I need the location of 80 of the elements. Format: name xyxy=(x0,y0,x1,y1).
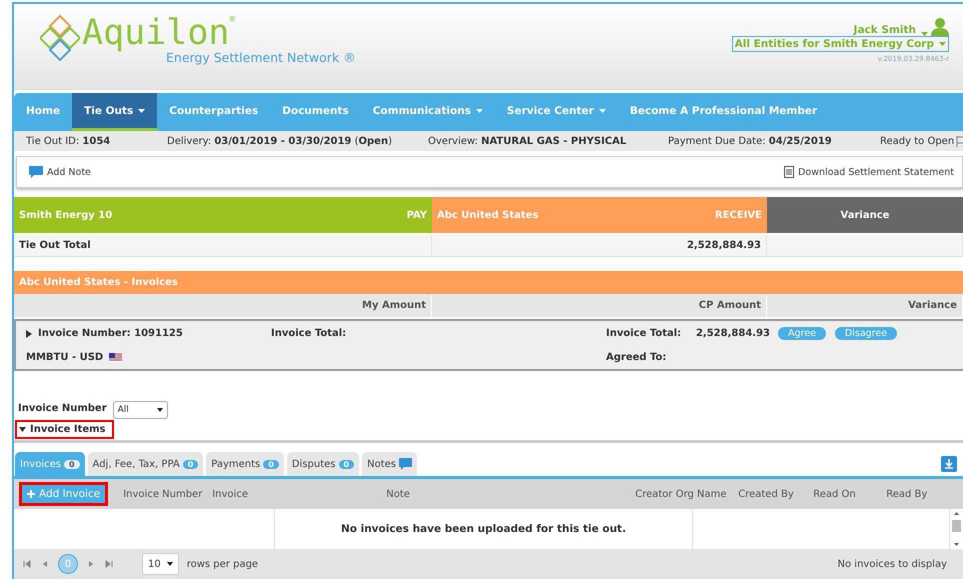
filter-label: Invoice Number xyxy=(18,402,107,414)
role-label: PAY xyxy=(406,210,427,220)
nav-tab[interactable]: Tie Outs xyxy=(72,93,158,131)
role-label: RECEIVE xyxy=(715,210,762,220)
page-number[interactable]: 0 xyxy=(58,554,78,574)
unit-text: MMBTU - USD xyxy=(26,352,104,363)
tab[interactable]: Disputes 0 xyxy=(286,452,360,476)
count-badge: 0 xyxy=(64,460,80,468)
column-header: Variance xyxy=(767,294,963,317)
count-badge: 0 xyxy=(263,460,279,468)
table-cell: Tie Out Total xyxy=(14,235,432,257)
action-button[interactable]: Disagree xyxy=(834,327,898,340)
caret-icon xyxy=(476,108,483,112)
entity-dropdown[interactable]: All Entities for Smith Energy Corp xyxy=(732,36,949,52)
amount-text: 2,528,884.93 xyxy=(694,328,770,339)
label-text: Agreed To: xyxy=(606,352,668,363)
user-icon xyxy=(931,18,949,36)
download-link[interactable]: Download Settlement Statement xyxy=(798,166,954,178)
tagline: Energy Settlement Network ® xyxy=(166,50,356,65)
download-icon[interactable] xyxy=(941,456,957,472)
caret-icon xyxy=(156,408,163,412)
add-note-link[interactable]: Add Note xyxy=(47,166,91,178)
count-badge: 0 xyxy=(182,460,198,468)
tab[interactable]: Invoices 0 xyxy=(15,452,85,476)
invoice-number: Invoice Number: 1091125 xyxy=(38,328,183,339)
page-size-label: rows per page xyxy=(186,558,258,570)
caret-icon xyxy=(166,562,173,566)
nav-tab[interactable]: Counterparties xyxy=(157,93,270,131)
column-header: Read By xyxy=(886,488,928,500)
table-cell: 2,528,884.93 xyxy=(432,235,767,257)
page-size-select[interactable]: 10 xyxy=(142,553,179,575)
caret-icon xyxy=(138,108,146,112)
column-header: Variance xyxy=(840,210,890,220)
document-icon xyxy=(784,166,794,178)
add-invoice-button[interactable]: Add Invoice xyxy=(20,483,108,505)
label-text: Invoice Total: xyxy=(606,328,682,339)
nav-tab[interactable]: Documents xyxy=(270,93,361,131)
party-name: Smith Energy 10 xyxy=(19,210,112,220)
column-header: Read On xyxy=(813,488,857,500)
tab[interactable]: Payments 0 xyxy=(206,452,284,476)
logo-icon xyxy=(40,14,80,62)
column-header: Created By xyxy=(738,488,795,500)
info-text: Overview: NATURAL GAS - PHYSICAL xyxy=(428,136,628,146)
empty-message: No invoices have been uploaded for this tie out. xyxy=(340,523,626,535)
column-header: Creator Org Name xyxy=(635,488,728,500)
chat-icon xyxy=(29,166,43,178)
status-text: No invoices to display xyxy=(838,558,948,570)
nav-tab[interactable]: Home xyxy=(14,93,72,131)
info-text: Payment Due Date: 04/25/2019 xyxy=(668,136,833,146)
registered-mark: ® xyxy=(230,14,235,27)
tab[interactable]: Notes xyxy=(362,452,417,476)
label-text: Invoice Total: xyxy=(271,328,348,339)
nav-tab[interactable]: Service Center xyxy=(494,93,618,131)
column-header: Invoice Number xyxy=(123,488,204,500)
caret-icon xyxy=(921,32,928,36)
plus-icon xyxy=(27,490,35,498)
action-button[interactable]: Agree xyxy=(778,327,826,340)
nav-tab[interactable]: Become A Professional Member xyxy=(618,93,830,131)
user-menu[interactable]: Jack Smith xyxy=(854,24,916,36)
invoice-number-select[interactable]: All xyxy=(112,401,168,419)
column-header: Invoice xyxy=(212,488,249,500)
info-text: Tie Out ID: 1054 xyxy=(26,136,112,146)
caret-icon xyxy=(939,42,946,46)
info-text: Delivery: 03/01/2019 - 03/30/2019 (Open) xyxy=(167,136,393,146)
logo-text: Aquilon xyxy=(82,14,230,52)
chat-icon xyxy=(398,458,412,470)
party-name: Abc United States xyxy=(437,210,538,220)
last-page-icon xyxy=(104,559,114,569)
first-page-icon xyxy=(22,559,32,569)
nav-tab[interactable]: Communications xyxy=(360,93,495,131)
column-header: CP Amount xyxy=(432,294,767,317)
flag-icon xyxy=(109,353,122,362)
caret-icon xyxy=(598,108,606,112)
count-badge: 0 xyxy=(338,460,354,468)
column-header: Note xyxy=(386,488,411,500)
section-toggle[interactable]: Invoice Items xyxy=(15,420,114,439)
info-text: Ready to Open xyxy=(880,136,954,146)
column-header: My Amount xyxy=(14,294,432,317)
section-title: Abc United States - Invoices xyxy=(14,271,963,294)
tab[interactable]: Adj, Fee, Tax, PPA 0 xyxy=(88,452,204,476)
